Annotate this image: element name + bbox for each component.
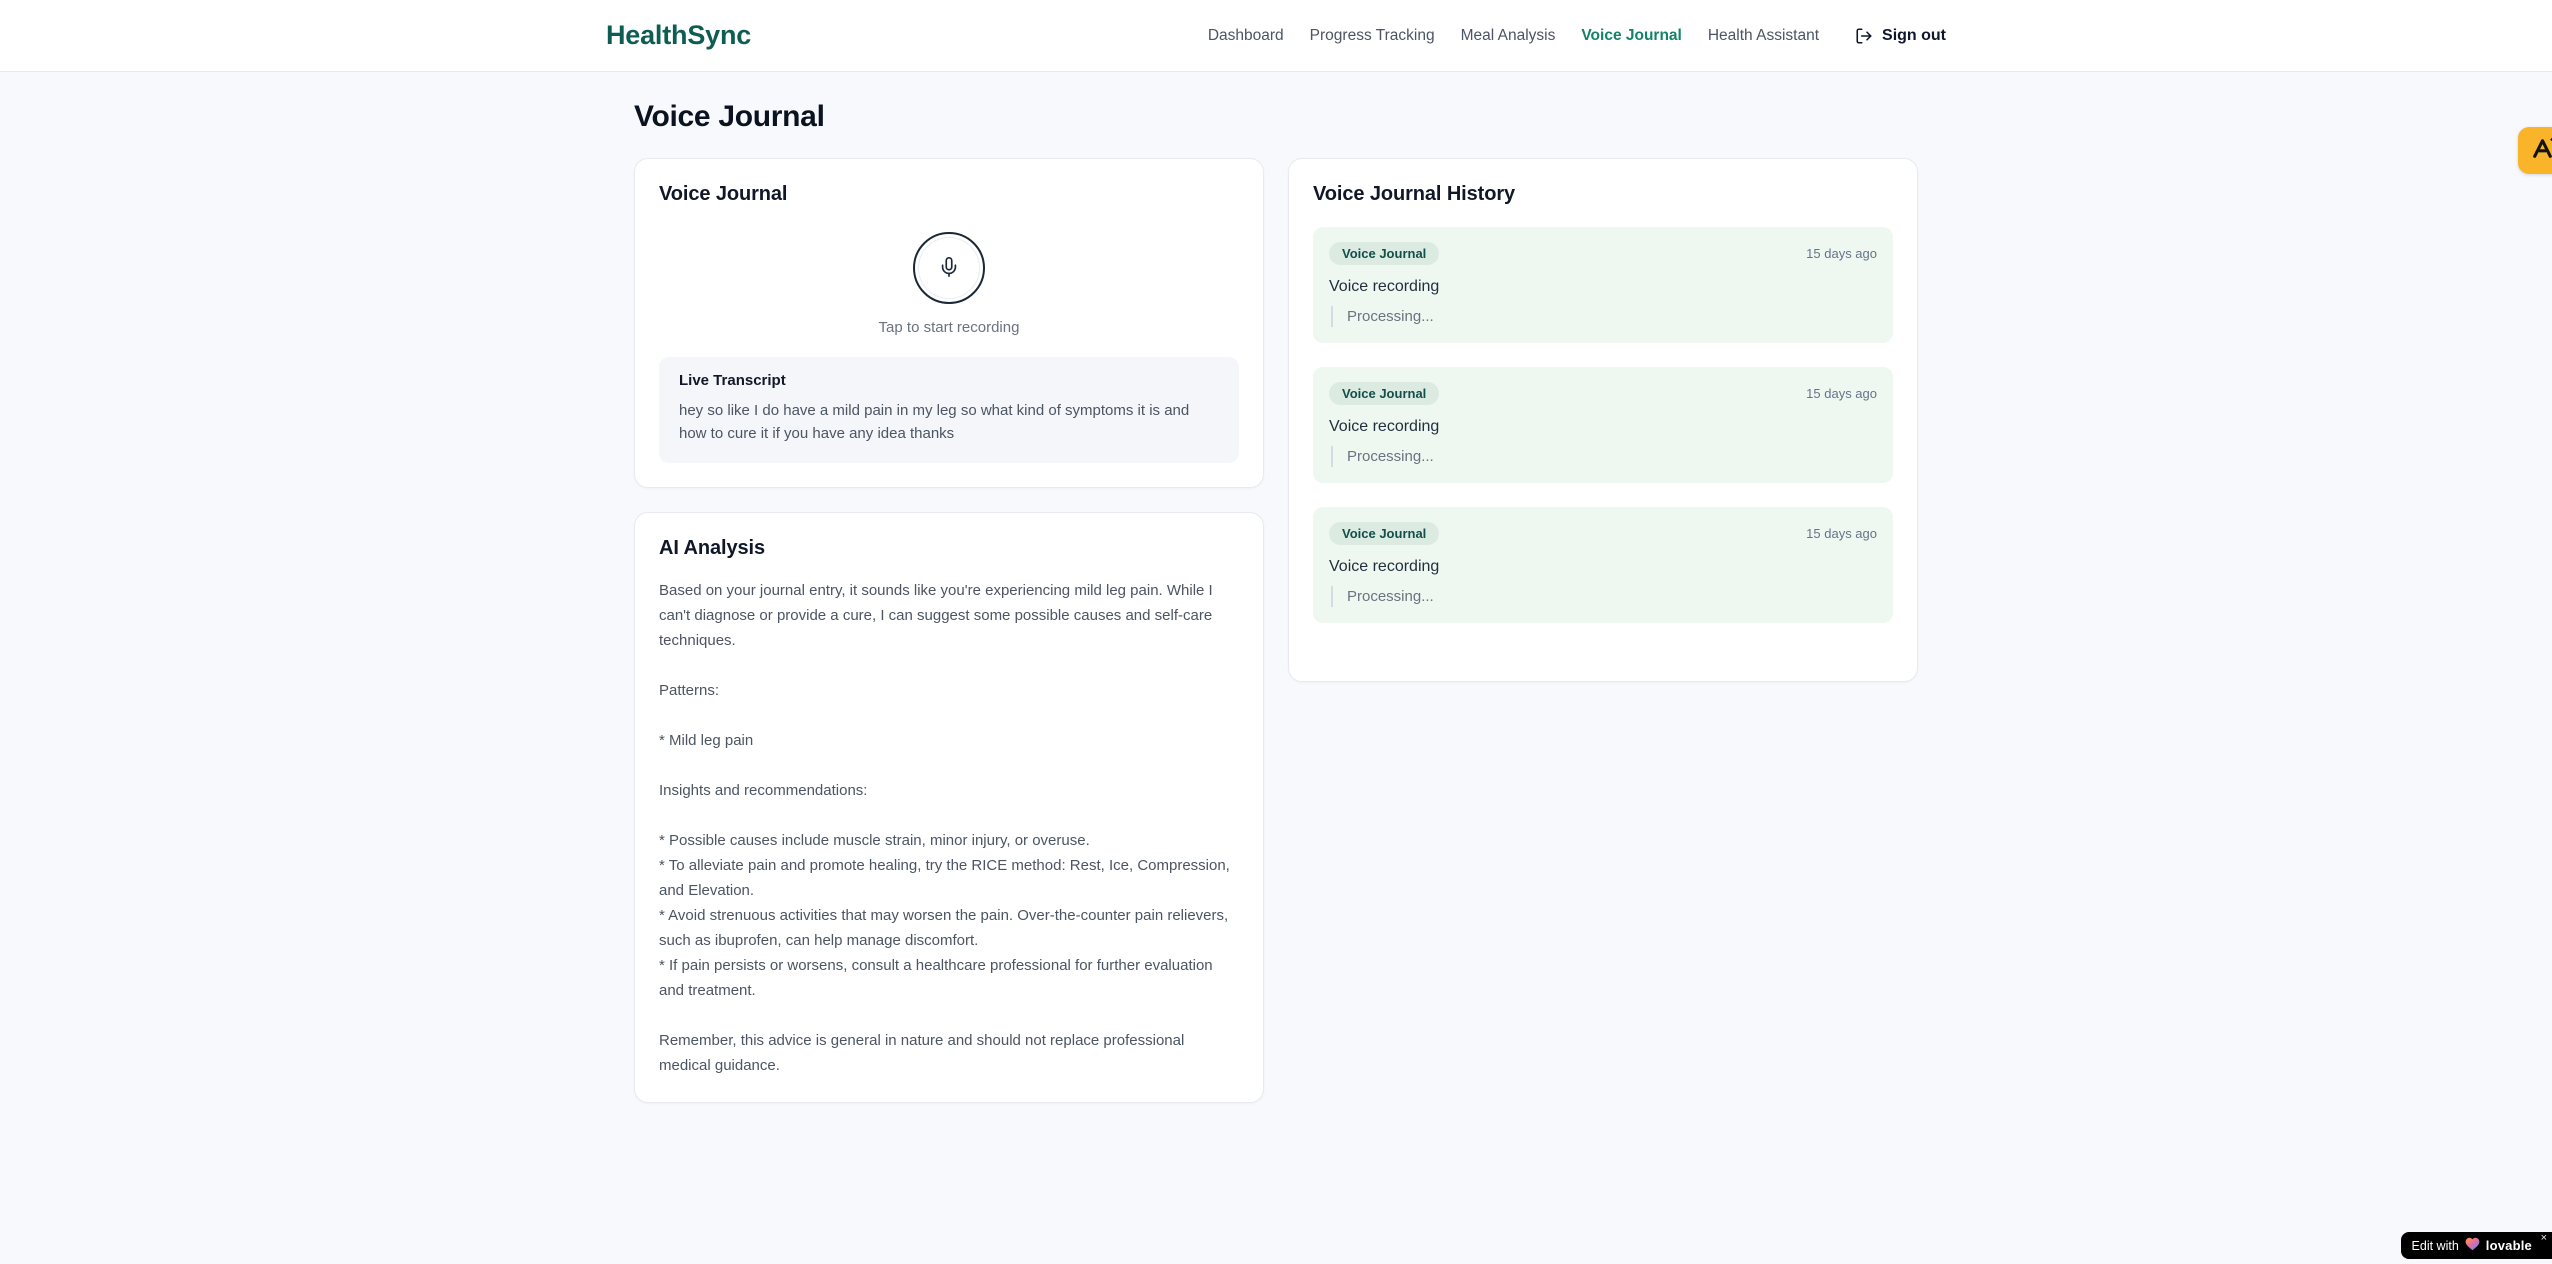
entry-timestamp: 15 days ago xyxy=(1806,526,1877,541)
entry-status: Processing... xyxy=(1331,586,1877,607)
recorder-card-title: Voice Journal xyxy=(659,183,788,205)
edit-with-lovable-badge[interactable]: Edit with lovable × xyxy=(2400,1232,2552,1259)
ai-analysis-card: AI Analysis Based on your journal entry,… xyxy=(634,511,1264,1103)
app-logo: HealthSync xyxy=(606,20,752,50)
mic-section: Tap to start recording xyxy=(659,232,1239,336)
right-column: Voice Journal History Voice Journal 15 d… xyxy=(1288,158,1918,682)
lovable-brand-label: lovable xyxy=(2485,1238,2532,1253)
page-content: Voice Journal Voice Journal Tap to start… xyxy=(634,72,1918,1103)
entry-type-badge: Voice Journal xyxy=(1329,382,1440,405)
record-button[interactable] xyxy=(913,232,985,304)
voice-recorder-card: Voice Journal Tap to start recording Liv… xyxy=(634,158,1264,488)
tap-to-record-hint: Tap to start recording xyxy=(878,319,1020,336)
history-entry-header: Voice Journal 15 days ago xyxy=(1329,242,1877,265)
heart-icon xyxy=(2465,1237,2480,1254)
history-list: Voice Journal 15 days ago Voice recordin… xyxy=(1313,227,1893,657)
entry-timestamp: 15 days ago xyxy=(1806,246,1877,261)
live-transcript-title: Live Transcript xyxy=(679,372,786,389)
entry-timestamp: 15 days ago xyxy=(1806,386,1877,401)
page-title: Voice Journal xyxy=(634,100,825,133)
entry-type-badge: Voice Journal xyxy=(1329,522,1440,545)
sign-out-label: Sign out xyxy=(1882,26,1946,44)
nav-item-meal-analysis[interactable]: Meal Analysis xyxy=(1461,27,1556,45)
left-column: Voice Journal Tap to start recording Liv… xyxy=(634,158,1264,1103)
header-container: HealthSync Dashboard Progress Tracking M… xyxy=(606,0,1946,71)
close-icon[interactable]: × xyxy=(2541,1233,2547,1244)
content-grid: Voice Journal Tap to start recording Liv… xyxy=(634,158,1918,1103)
entry-type-badge: Voice Journal xyxy=(1329,242,1440,265)
live-transcript-text: hey so like I do have a mild pain in my … xyxy=(679,402,1190,443)
history-card-title: Voice Journal History xyxy=(1313,183,1516,205)
history-entry[interactable]: Voice Journal 15 days ago Voice recordin… xyxy=(1313,507,1893,623)
entry-status: Processing... xyxy=(1331,306,1877,327)
nav-item-dashboard[interactable]: Dashboard xyxy=(1208,27,1284,45)
entry-label: Voice recording xyxy=(1329,418,1440,435)
anima-logo-icon xyxy=(2529,135,2552,167)
history-entry-header: Voice Journal 15 days ago xyxy=(1329,382,1877,405)
history-entry-header: Voice Journal 15 days ago xyxy=(1329,522,1877,545)
live-transcript-box: Live Transcript hey so like I do have a … xyxy=(659,357,1239,463)
main-nav: Dashboard Progress Tracking Meal Analysi… xyxy=(1208,27,1946,45)
logout-icon xyxy=(1855,27,1873,45)
sign-out-button[interactable]: Sign out xyxy=(1855,27,1946,45)
ai-analysis-title: AI Analysis xyxy=(659,536,765,559)
history-entry[interactable]: Voice Journal 15 days ago Voice recordin… xyxy=(1313,367,1893,483)
microphone-icon xyxy=(938,256,960,281)
entry-label: Voice recording xyxy=(1329,278,1440,295)
history-card: Voice Journal History Voice Journal 15 d… xyxy=(1288,158,1918,682)
history-entry[interactable]: Voice Journal 15 days ago Voice recordin… xyxy=(1313,227,1893,343)
entry-status: Processing... xyxy=(1331,446,1877,467)
ai-analysis-body: Based on your journal entry, it sounds l… xyxy=(659,581,1230,1074)
app-header: HealthSync Dashboard Progress Tracking M… xyxy=(0,0,2552,72)
nav-item-progress-tracking[interactable]: Progress Tracking xyxy=(1310,27,1435,45)
entry-label: Voice recording xyxy=(1329,558,1440,575)
nav-item-health-assistant[interactable]: Health Assistant xyxy=(1708,27,1819,45)
edit-with-label: Edit with xyxy=(2411,1238,2459,1253)
corner-app-badge[interactable] xyxy=(2518,127,2552,174)
nav-item-voice-journal[interactable]: Voice Journal xyxy=(1581,27,1682,45)
